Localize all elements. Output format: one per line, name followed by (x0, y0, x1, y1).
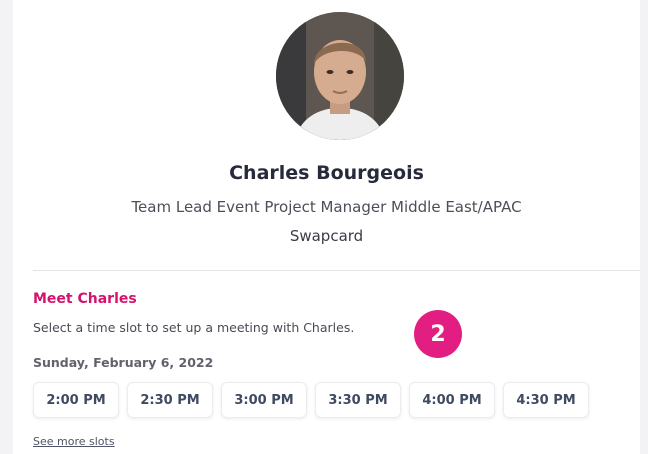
meeting-date: Sunday, February 6, 2022 (33, 355, 214, 370)
time-slot-button[interactable]: 4:00 PM (409, 382, 495, 418)
meet-description: Select a time slot to set up a meeting w… (33, 320, 355, 335)
profile-name: Charles Bourgeois (229, 162, 424, 184)
profile-company: Swapcard (289, 227, 364, 245)
time-slot-button[interactable]: 2:30 PM (127, 382, 213, 418)
avatar (276, 12, 404, 140)
time-slot-button[interactable]: 4:30 PM (503, 382, 589, 418)
time-slot-list: 2:00 PM 2:30 PM 3:00 PM 3:30 PM 4:00 PM … (33, 382, 589, 418)
time-slot-button[interactable]: 2:00 PM (33, 382, 119, 418)
time-slot-button[interactable]: 3:30 PM (315, 382, 401, 418)
step-number-badge: 2 (414, 310, 462, 358)
user-photo-icon (276, 12, 404, 140)
profile-role: Team Lead Event Project Manager Middle E… (131, 198, 522, 216)
profile-card: Charles Bourgeois Team Lead Event Projec… (13, 0, 640, 454)
see-more-slots-link[interactable]: See more slots (33, 435, 115, 448)
divider (33, 270, 640, 271)
time-slot-button[interactable]: 3:00 PM (221, 382, 307, 418)
meet-title: Meet Charles (33, 291, 137, 307)
